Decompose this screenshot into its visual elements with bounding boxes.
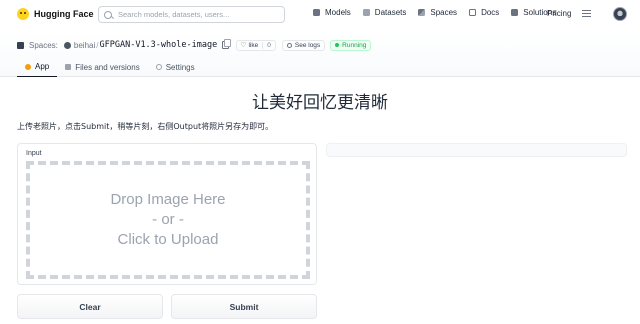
dropzone-line-1: Drop Image Here <box>110 191 226 208</box>
tab-files-and-versions[interactable]: Files and versions <box>57 57 147 77</box>
status-badge: Running <box>330 39 372 51</box>
image-input-panel: Input Drop Image Here - or - Click to Up… <box>17 143 317 285</box>
breadcrumb-separator: / <box>96 40 99 50</box>
nav-models-label: Models <box>325 8 351 17</box>
solutions-icon <box>511 9 519 16</box>
files-icon <box>65 64 72 70</box>
search-box[interactable] <box>98 6 285 23</box>
nav-spaces[interactable]: Spaces <box>418 8 457 17</box>
status-dot-icon <box>335 43 340 47</box>
hugging-face-logo[interactable]: Hugging Face <box>17 8 94 20</box>
nav-datasets-label: Datasets <box>374 8 407 17</box>
nav-models[interactable]: Models <box>313 8 351 17</box>
like-label: like <box>248 41 259 49</box>
search-icon <box>104 10 112 19</box>
like-button[interactable]: ♡ like 0 <box>236 39 276 51</box>
input-label: Input <box>26 150 42 157</box>
tab-app[interactable]: App <box>17 57 58 77</box>
like-label-group: ♡ like <box>237 41 262 50</box>
nav-spaces-label: Spaces <box>430 8 458 17</box>
copy-icon[interactable] <box>222 39 232 49</box>
output-panel <box>326 143 627 157</box>
nav-datasets[interactable]: Datasets <box>362 8 407 17</box>
like-count: 0 <box>262 41 275 49</box>
tab-settings[interactable]: Settings <box>148 57 203 77</box>
submit-button[interactable]: Submit <box>171 294 317 319</box>
see-logs-label: See logs <box>294 41 321 49</box>
status-text: Running <box>342 41 367 49</box>
owner-avatar <box>63 41 71 49</box>
space-header: Spaces: beihai / GFPGAN-V1.3-whole-image… <box>0 33 640 77</box>
dropzone-line-3: Click to Upload <box>117 231 219 248</box>
spaces-grid-icon <box>17 41 24 49</box>
app-description: 上传老照片，点击Submit，稍等片刻，右侧Output将照片另存为即可。 <box>17 122 274 131</box>
gear-icon <box>155 64 162 70</box>
see-logs-button[interactable]: See logs <box>281 39 326 51</box>
dropzone-line-2: - or - <box>152 211 184 228</box>
clear-button[interactable]: Clear <box>17 294 163 319</box>
spaces-label[interactable]: Spaces: <box>29 41 58 50</box>
tab-app-label: App <box>35 62 50 71</box>
space-tabs: App Files and versions Settings <box>17 57 203 77</box>
menu-icon[interactable] <box>582 10 591 17</box>
nav-docs-label: Docs <box>481 8 500 17</box>
space-repo-name[interactable]: GFPGAN-V1.3-whole-image <box>100 40 218 50</box>
logs-icon <box>286 42 292 48</box>
brand-name: Hugging Face <box>34 9 94 19</box>
nav-pricing[interactable]: Pricing <box>547 9 571 18</box>
nav-docs[interactable]: Docs <box>469 8 499 17</box>
models-icon <box>313 9 320 16</box>
space-owner[interactable]: beihai <box>74 41 95 50</box>
search-input[interactable] <box>118 10 278 19</box>
top-navbar: Hugging Face Models Datasets Spaces Docs… <box>0 0 640 30</box>
nav-links: Models Datasets Spaces Docs Solutions <box>313 8 568 17</box>
user-avatar[interactable] <box>613 7 627 21</box>
image-dropzone[interactable]: Drop Image Here - or - Click to Upload <box>26 161 310 279</box>
datasets-icon <box>362 9 370 16</box>
docs-icon <box>469 9 477 16</box>
app-icon <box>25 63 31 70</box>
spaces-icon <box>418 9 426 16</box>
tab-files-label: Files and versions <box>75 62 140 72</box>
tab-settings-label: Settings <box>165 62 195 72</box>
heart-icon: ♡ <box>240 42 247 49</box>
space-breadcrumb: Spaces: beihai / GFPGAN-V1.3-whole-image… <box>17 39 372 51</box>
app-title: 让美好回忆更清晰 <box>252 93 388 113</box>
hugging-face-emoji-icon <box>17 8 29 20</box>
